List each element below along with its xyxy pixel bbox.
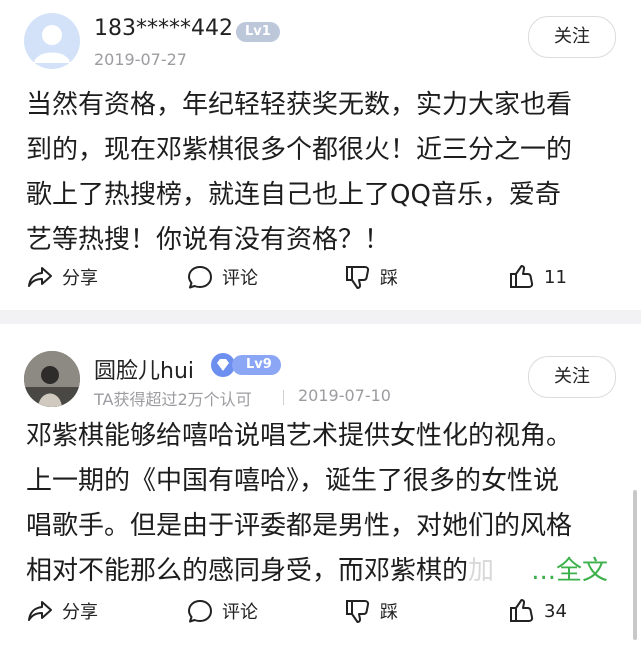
comment-line: 歌上了热搜榜，就连自己也上了QQ音乐，爱奇 bbox=[26, 180, 561, 210]
comment-line: 唱歌手。但是由于评委都是男性，对她们的风格 bbox=[26, 511, 573, 541]
recognition-text: TA获得超过2万个认可 bbox=[94, 390, 252, 409]
avatar-placeholder-icon bbox=[34, 25, 70, 63]
avatar[interactable] bbox=[24, 13, 80, 69]
follow-button[interactable]: 关注 bbox=[528, 356, 616, 398]
comment-line: 艺等热搜！你说有没有资格？！ bbox=[26, 225, 391, 255]
like-count: 11 bbox=[544, 266, 567, 288]
meta-divider bbox=[283, 390, 284, 405]
comment-text: 当然有资格，年纪轻轻获奖无数，实力大家也看 到的，现在邓紫棋很多个都很火！近三分… bbox=[26, 83, 616, 263]
action-bar: 分享 评论 踩 11 bbox=[0, 259, 641, 295]
like-count: 34 bbox=[544, 600, 567, 622]
like-button[interactable]: 34 bbox=[508, 593, 567, 629]
avatar[interactable] bbox=[24, 351, 80, 407]
comment-text: 邓紫棋能够给嘻哈说唱艺术提供女性化的视角。 上一期的《中国有嘻哈》，诞生了很多的… bbox=[26, 414, 616, 594]
like-button[interactable]: 11 bbox=[508, 259, 567, 295]
comment-line: 相对不能那么的感同身受，而邓紫棋的加 ...全文 bbox=[26, 549, 616, 594]
like-icon bbox=[510, 265, 534, 288]
dislike-button[interactable]: 踩 bbox=[344, 593, 398, 629]
comment-button[interactable]: 评论 bbox=[186, 593, 258, 629]
share-label: 分享 bbox=[62, 268, 98, 289]
comment-line: 当然有资格，年纪轻轻获奖无数，实力大家也看 bbox=[26, 90, 573, 120]
comment-line-text: 相对不能那么的感同身受，而邓紫棋的 bbox=[26, 556, 469, 586]
level-badge: Lv1 bbox=[236, 22, 280, 42]
comment-label: 评论 bbox=[222, 602, 258, 623]
expand-full-text-link[interactable]: ...全文 bbox=[527, 549, 608, 594]
comment-date: 2019-07-10 bbox=[298, 386, 391, 405]
divider bbox=[0, 310, 641, 324]
username[interactable]: 圆脸儿hui bbox=[94, 353, 194, 385]
share-button[interactable]: 分享 bbox=[26, 259, 98, 295]
truncated-text: 加 bbox=[468, 556, 495, 586]
dislike-icon bbox=[346, 266, 370, 289]
comment-line: 邓紫棋能够给嘻哈说唱艺术提供女性化的视角。 bbox=[26, 421, 573, 451]
dislike-button[interactable]: 踩 bbox=[344, 259, 398, 295]
dislike-label: 踩 bbox=[380, 268, 398, 289]
scrollbar[interactable] bbox=[633, 490, 637, 640]
comment-line: 上一期的《中国有嘻哈》，诞生了很多的女性说 bbox=[26, 466, 560, 496]
comment-icon bbox=[188, 600, 212, 623]
avatar-photo-icon bbox=[24, 351, 80, 407]
share-label: 分享 bbox=[62, 602, 98, 623]
action-bar: 分享 评论 踩 34 bbox=[0, 593, 641, 629]
comment-button[interactable]: 评论 bbox=[186, 259, 258, 295]
comment-card: 圆脸儿hui Lv9 TA获得超过2万个认可 2019-07-10 关注 邓紫棋… bbox=[0, 324, 641, 662]
comment-card: 183*****442 Lv1 2019-07-27 关注 当然有资格，年纪轻轻… bbox=[0, 0, 641, 310]
like-icon bbox=[510, 599, 534, 622]
share-icon bbox=[28, 267, 52, 287]
comment-date: 2019-07-27 bbox=[94, 50, 187, 69]
level-badge: Lv9 bbox=[232, 355, 281, 375]
comment-icon bbox=[188, 266, 212, 289]
username[interactable]: 183*****442 bbox=[94, 16, 233, 41]
comment-label: 评论 bbox=[222, 268, 258, 289]
share-button[interactable]: 分享 bbox=[26, 593, 98, 629]
comment-line: 到的，现在邓紫棋很多个都很火！近三分之一的 bbox=[26, 135, 573, 165]
dislike-icon bbox=[346, 600, 370, 623]
share-icon bbox=[28, 601, 52, 621]
follow-button[interactable]: 关注 bbox=[528, 16, 616, 58]
dislike-label: 踩 bbox=[380, 602, 398, 623]
